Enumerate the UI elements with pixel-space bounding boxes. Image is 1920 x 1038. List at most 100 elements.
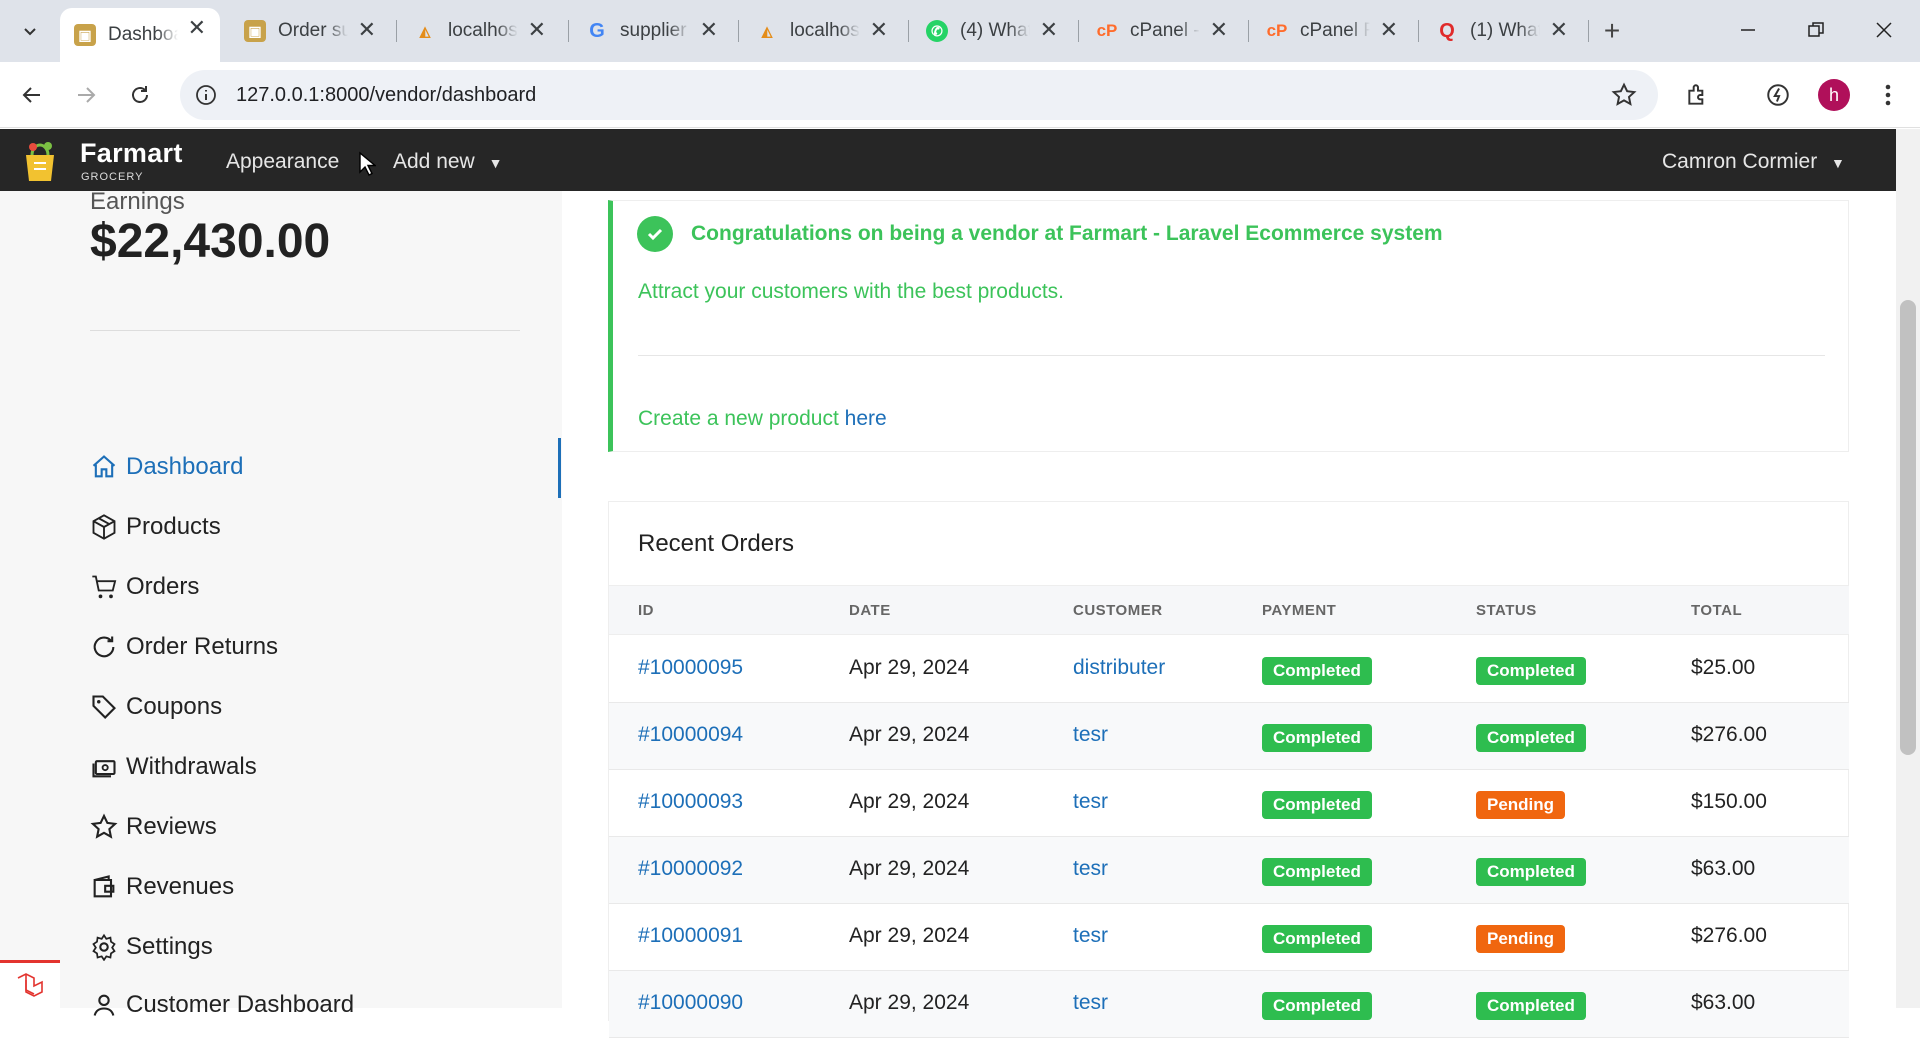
sidebar-divider xyxy=(90,330,520,331)
col-header-status: STATUS xyxy=(1476,602,1537,619)
tab-cpanel-2[interactable]: cP cPanel F ✕ xyxy=(1252,10,1412,52)
alert-create-text: Create a new product xyxy=(638,407,839,430)
phpmyadmin-icon: ◭ xyxy=(419,22,431,39)
profile-avatar[interactable]: h xyxy=(1818,79,1850,111)
payment-badge: Completed xyxy=(1262,724,1372,752)
tab-google-supplier[interactable]: G supplier ✕ xyxy=(572,10,732,52)
address-bar[interactable]: 127.0.0.1:8000/vendor/dashboard xyxy=(180,70,1658,120)
sidebar-item-settings[interactable]: Settings xyxy=(90,927,213,967)
cpanel-icon: cP xyxy=(1096,21,1118,40)
order-date: Apr 29, 2024 xyxy=(849,723,970,746)
window-close-icon[interactable] xyxy=(1868,14,1900,46)
close-icon[interactable]: ✕ xyxy=(188,17,206,39)
sidebar-item-products[interactable]: Products xyxy=(90,507,221,547)
restore-icon[interactable] xyxy=(1800,14,1832,46)
minimize-icon[interactable] xyxy=(1732,14,1764,46)
sidebar-item-customer-dashboard[interactable]: Customer Dashboard xyxy=(90,985,354,1025)
status-badge: Completed xyxy=(1476,724,1586,752)
tab-quora[interactable]: Q (1) What ✕ xyxy=(1422,10,1582,52)
tab-whatsapp[interactable]: ✆ (4) WhatsApp ✕ xyxy=(912,10,1072,52)
back-arrow-icon[interactable] xyxy=(16,79,48,111)
tab-separator xyxy=(738,20,739,42)
close-icon[interactable]: ✕ xyxy=(1040,19,1058,41)
close-icon[interactable]: ✕ xyxy=(358,19,376,41)
create-product-link[interactable]: here xyxy=(845,407,887,430)
performance-icon[interactable] xyxy=(1762,79,1794,111)
sidebar-item-orders[interactable]: Orders xyxy=(90,567,199,607)
sidebar-item-label: Customer Dashboard xyxy=(126,991,355,1018)
farmart-logo-icon[interactable] xyxy=(20,137,60,183)
app-navbar: Farmart GROCERY Appearance Add new ▼ Cam… xyxy=(0,129,1896,191)
sidebar-item-reviews[interactable]: Reviews xyxy=(90,807,217,847)
sidebar-item-withdrawals[interactable]: Withdrawals xyxy=(90,747,257,787)
tab-title: cPanel - xyxy=(1130,20,1200,41)
laravel-debugbar-icon[interactable] xyxy=(0,960,60,1008)
recent-orders-title: Recent Orders xyxy=(638,530,795,557)
cash-icon xyxy=(92,760,116,778)
close-icon[interactable]: ✕ xyxy=(528,19,546,41)
order-id-link[interactable]: #10000091 xyxy=(638,924,743,948)
brand-name[interactable]: Farmart xyxy=(80,138,183,169)
order-date: Apr 29, 2024 xyxy=(849,924,970,947)
tag-icon xyxy=(92,695,116,719)
close-icon[interactable]: ✕ xyxy=(1210,19,1228,41)
check-circle-icon xyxy=(637,216,673,252)
close-icon[interactable]: ✕ xyxy=(1380,19,1398,41)
close-icon[interactable]: ✕ xyxy=(870,19,888,41)
sidebar-item-label: Settings xyxy=(126,933,213,960)
customer-link[interactable]: tesr xyxy=(1073,723,1108,747)
tab-cpanel-1[interactable]: cP cPanel - ✕ xyxy=(1082,10,1242,52)
site-info-icon[interactable] xyxy=(190,79,222,111)
nav-add-new[interactable]: Add new ▼ xyxy=(393,150,502,174)
sidebar-item-revenues[interactable]: Revenues xyxy=(90,867,234,907)
table-row: #10000095 Apr 29, 2024 distributer Compl… xyxy=(609,636,1849,703)
col-header-total: TOTAL xyxy=(1691,602,1743,619)
tab-localhost-2[interactable]: ◭ localhost ✕ xyxy=(742,10,902,52)
customer-link[interactable]: tesr xyxy=(1073,790,1108,814)
earnings-value: $22,430.00 xyxy=(90,215,331,268)
close-icon[interactable]: ✕ xyxy=(1550,19,1568,41)
order-id-link[interactable]: #10000092 xyxy=(638,857,743,881)
extensions-puzzle-icon[interactable] xyxy=(1682,79,1714,111)
tab-dashboard[interactable]: ▣ Dashboard ✕ xyxy=(60,8,220,62)
order-id-link[interactable]: #10000093 xyxy=(638,790,743,814)
user-icon xyxy=(93,994,115,1016)
nav-add-new-label: Add new xyxy=(393,150,475,173)
tab-search-chevron-icon[interactable] xyxy=(14,15,46,47)
browser-menu-icon[interactable] xyxy=(1872,79,1904,111)
order-total: $63.00 xyxy=(1691,991,1756,1014)
sidebar-item-label: Order Returns xyxy=(126,633,279,660)
order-id-link[interactable]: #10000090 xyxy=(638,991,743,1015)
sidebar-item-coupons[interactable]: Coupons xyxy=(90,687,222,727)
alert-text: Attract your customers with the best pro… xyxy=(638,280,1065,303)
forward-arrow-icon[interactable] xyxy=(70,79,102,111)
caret-down-icon: ▼ xyxy=(1831,155,1845,171)
reload-icon[interactable] xyxy=(124,79,156,111)
customer-link[interactable]: distributer xyxy=(1073,656,1165,680)
alert-divider xyxy=(638,355,1825,356)
tab-localhost-1[interactable]: ◭ localhost ✕ xyxy=(400,10,560,52)
sidebar-item-label: Revenues xyxy=(126,873,235,900)
google-icon: G xyxy=(589,19,605,42)
table-row: #10000094 Apr 29, 2024 tesr Completed Co… xyxy=(609,703,1849,770)
tab-order-success[interactable]: ▣ Order su ✕ xyxy=(230,10,390,52)
cpanel-icon: cP xyxy=(1266,21,1288,40)
sidebar-item-order-returns[interactable]: Order Returns xyxy=(90,627,278,667)
url-text[interactable]: 127.0.0.1:8000/vendor/dashboard xyxy=(236,84,536,107)
order-total: $63.00 xyxy=(1691,857,1756,880)
earnings-label: Earnings xyxy=(90,188,185,215)
new-tab-plus-icon[interactable]: + xyxy=(1596,15,1628,47)
customer-link[interactable]: tesr xyxy=(1073,924,1108,948)
customer-link[interactable]: tesr xyxy=(1073,991,1108,1015)
user-menu[interactable]: Camron Cormier ▼ xyxy=(1662,150,1845,174)
nav-appearance[interactable]: Appearance xyxy=(226,150,339,174)
bookmark-star-icon[interactable] xyxy=(1608,79,1640,111)
page-scrollbar-thumb[interactable] xyxy=(1900,300,1916,755)
tab-separator xyxy=(568,20,569,42)
order-date: Apr 29, 2024 xyxy=(849,790,970,813)
order-id-link[interactable]: #10000095 xyxy=(638,656,743,680)
close-icon[interactable]: ✕ xyxy=(700,19,718,41)
customer-link[interactable]: tesr xyxy=(1073,857,1108,881)
sidebar-item-dashboard[interactable]: Dashboard xyxy=(90,447,243,487)
order-id-link[interactable]: #10000094 xyxy=(638,723,743,747)
